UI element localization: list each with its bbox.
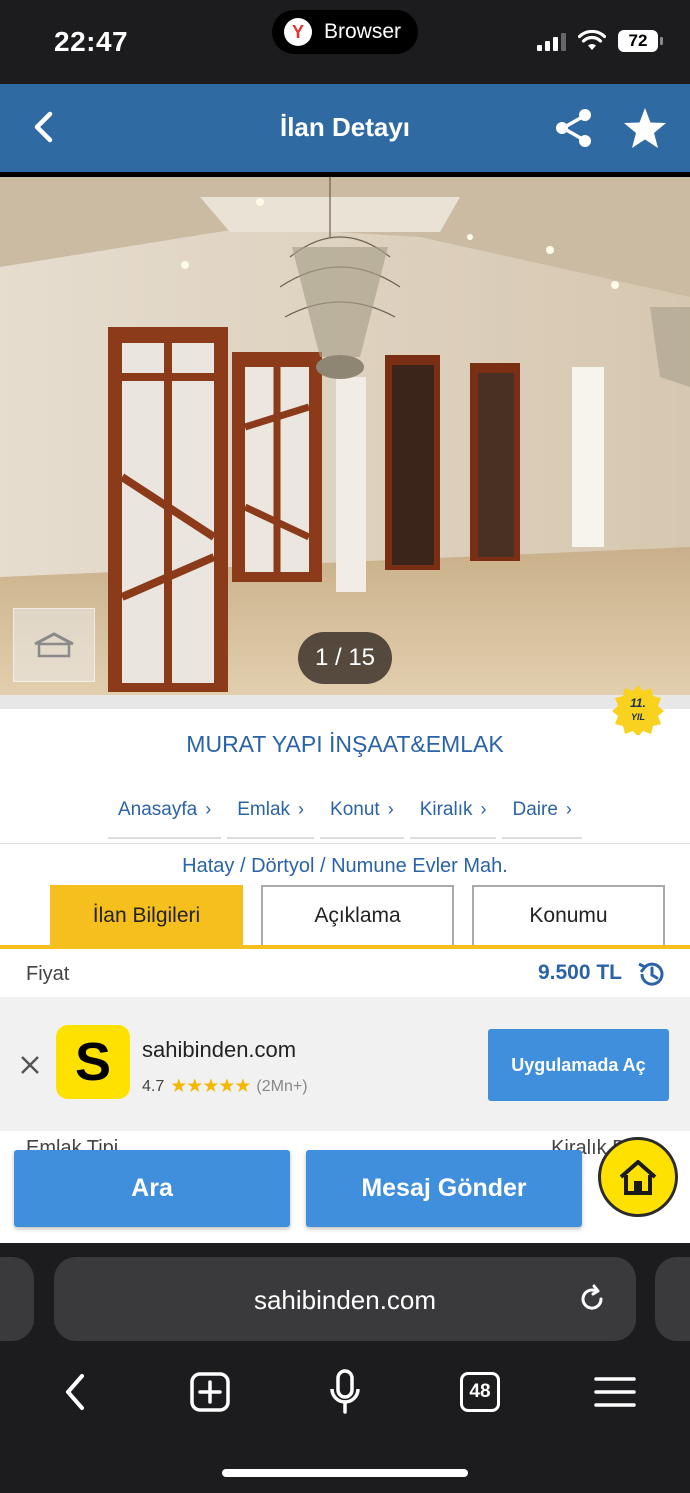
yandex-logo-icon: Y	[284, 18, 312, 46]
divider	[0, 695, 690, 709]
microphone-icon[interactable]	[320, 1367, 370, 1417]
chevron-right-icon: ›	[480, 799, 487, 819]
address-bar[interactable]: sahibinden.com	[54, 1257, 636, 1341]
home-button[interactable]	[598, 1137, 678, 1217]
price-row: Fiyat 9.500 TL	[0, 951, 690, 997]
listing-location: Hatay / Dörtyol / Numune Evler Mah.	[182, 855, 508, 877]
next-tab-preview[interactable]	[655, 1257, 690, 1341]
room-photo-illustration	[0, 177, 690, 695]
previous-tab-preview[interactable]	[0, 1257, 34, 1341]
app-promo-banner: S sahibinden.com 4.7 ★★★★★ (2Mn+) Uygula…	[0, 997, 690, 1131]
open-in-app-button[interactable]: Uygulamada Aç	[488, 1029, 669, 1101]
listing-content: 11. YIL MURAT YAPI İNŞAAT&EMLAK Anasayfa…	[0, 685, 690, 1245]
menu-icon[interactable]	[590, 1367, 640, 1417]
app-header: İlan Detayı	[0, 84, 690, 172]
chevron-right-icon: ›	[387, 799, 394, 819]
tab-ilan-bilgileri[interactable]: İlan Bilgileri	[50, 885, 243, 945]
chevron-right-icon: ›	[298, 799, 305, 819]
listing-photo[interactable]	[0, 177, 690, 695]
breadcrumb-label: Kiralık	[419, 799, 473, 820]
tab-konumu[interactable]: Konumu	[472, 885, 665, 945]
listing-tabs: İlan Bilgileri Açıklama Konumu	[50, 885, 665, 945]
tab-count: 48	[460, 1372, 500, 1412]
send-message-button[interactable]: Mesaj Gönder	[306, 1150, 582, 1227]
home-indicator	[222, 1469, 468, 1477]
store-thumbnail[interactable]	[13, 608, 95, 682]
rating-count: (2Mn+)	[256, 1077, 308, 1095]
status-time: 22:47	[54, 26, 129, 57]
photo-counter: 1 / 15	[298, 632, 392, 684]
browser-app-label: Browser	[324, 20, 402, 43]
battery-level: 72	[628, 31, 648, 50]
store-name-link[interactable]: MURAT YAPI İNŞAAT&EMLAK	[0, 731, 690, 758]
breadcrumb-item[interactable]: Emlak ›	[227, 799, 315, 839]
search-button[interactable]: Ara	[14, 1150, 290, 1227]
badge-unit: YIL	[631, 712, 645, 722]
new-tab-icon[interactable]	[185, 1367, 235, 1417]
breadcrumb-item[interactable]: Anasayfa ›	[108, 799, 222, 839]
sahibinden-logo-icon: S	[56, 1025, 130, 1099]
breadcrumb: Anasayfa › Emlak › Konut › Kiralık › Daire ›	[108, 799, 588, 839]
price-label: Fiyat	[26, 963, 70, 985]
share-icon[interactable]	[550, 104, 598, 152]
promo-app-name: sahibinden.com	[142, 1037, 297, 1062]
breadcrumb-label: Anasayfa	[118, 799, 198, 820]
divider	[0, 843, 690, 844]
breadcrumb-label: Daire	[512, 799, 558, 820]
membership-year-badge: 11. YIL	[612, 685, 664, 735]
battery-icon: 72	[618, 30, 663, 52]
close-icon[interactable]	[18, 1053, 42, 1077]
badge-years: 11.	[630, 696, 646, 710]
browser-app-pill[interactable]: Y Browser	[272, 10, 418, 54]
tabs-icon[interactable]: 48	[455, 1367, 505, 1417]
chevron-right-icon: ›	[205, 799, 212, 819]
breadcrumb-label: Emlak	[237, 799, 291, 820]
home-icon	[619, 1160, 657, 1195]
price-value: 9.500 TL	[537, 961, 622, 984]
store-logo-icon	[34, 632, 74, 658]
tab-aciklama[interactable]: Açıklama	[261, 885, 454, 945]
reload-icon[interactable]	[576, 1283, 608, 1315]
breadcrumb-item[interactable]: Kiralık ›	[409, 799, 497, 839]
breadcrumb-label: Konut	[330, 799, 380, 820]
wifi-icon	[578, 30, 606, 50]
status-icons: 72	[537, 30, 663, 52]
browser-toolbar: sahibinden.com 48	[0, 1243, 690, 1493]
back-icon[interactable]	[50, 1367, 100, 1417]
breadcrumb-item[interactable]: Daire ›	[502, 799, 582, 839]
url-text: sahibinden.com	[253, 1285, 437, 1315]
rating-stars-icon: ★★★★★	[170, 1076, 251, 1097]
star-icon[interactable]	[620, 104, 670, 154]
signal-icon	[537, 31, 566, 51]
chevron-right-icon: ›	[565, 799, 572, 819]
tab-underline	[0, 945, 690, 949]
status-bar: 22:47 Y Browser 72	[0, 0, 690, 84]
breadcrumb-item[interactable]: Konut ›	[320, 799, 404, 839]
promo-rating: 4.7 ★★★★★ (2Mn+)	[142, 1075, 308, 1098]
price-history-icon[interactable]	[636, 959, 666, 989]
rating-value: 4.7	[142, 1077, 165, 1095]
